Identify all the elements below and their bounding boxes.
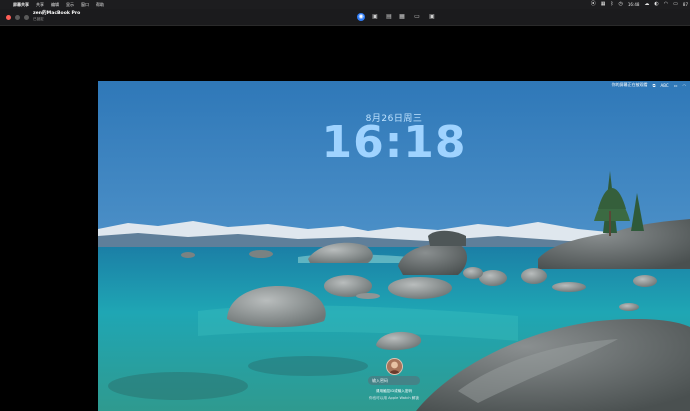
control-mode-icon[interactable]: ◉: [357, 13, 365, 21]
user-avatar[interactable]: [386, 358, 403, 375]
fullscreen-icon[interactable]: ▭: [413, 13, 421, 21]
menu-item-window[interactable]: 窗口: [81, 2, 89, 8]
bluetooth-icon[interactable]: ᛒ: [611, 2, 614, 7]
clipboard-icon[interactable]: ▤: [385, 13, 393, 21]
remote-screen-watched-label: 你的屏幕正在被观看: [611, 82, 648, 87]
extension-icon[interactable]: ◐: [654, 2, 658, 7]
remote-wifi-icon: ◠: [682, 82, 687, 88]
menu-bar-status: ⦿ ▦ ᛒ ◷ 16:48 ☁ ◐ ◠ ▭ 87: [591, 0, 688, 9]
menu-app-name[interactable]: 屏幕共享: [13, 2, 29, 8]
clock-icon[interactable]: ◷: [619, 2, 623, 7]
window-titlebar: zen的MacBook Pro 已锁定 ◉ ▣ ▤ ▦ ▭ ▣: [0, 9, 690, 26]
menu-bar-left: 屏幕共享 共享 编辑 显示 窗口 帮助: [0, 2, 104, 8]
menu-item-share[interactable]: 共享: [36, 2, 44, 8]
screen-share-indicator-icon: ⧉: [652, 82, 656, 88]
remote-battery-icon: ▭: [673, 82, 678, 88]
scale-icon[interactable]: ▦: [398, 13, 406, 21]
mode-toolbar: ◉ ▣ ▤: [357, 13, 393, 21]
menu-item-help[interactable]: 帮助: [96, 2, 104, 8]
wifi-icon[interactable]: ◠: [664, 2, 668, 7]
window-subtitle: 已锁定: [33, 17, 44, 21]
observe-mode-icon[interactable]: ▣: [371, 13, 379, 21]
grid-icon[interactable]: ▦: [601, 2, 606, 7]
menu-bar-clock[interactable]: 16:48: [628, 2, 640, 7]
remote-desktop[interactable]: 你的屏幕正在被观看 ⧉ ABC ▭ ◠ 8月26日周三 16:18 输入密码 请…: [98, 81, 690, 411]
menu-item-edit[interactable]: 编辑: [51, 2, 59, 8]
close-button[interactable]: [6, 15, 11, 20]
traffic-lights: [6, 15, 29, 20]
window-title-block: zen的MacBook Pro 已锁定: [33, 11, 80, 22]
menu-item-view[interactable]: 显示: [66, 2, 74, 8]
apple-watch-hint: 你也可以用 Apple Watch 解锁: [368, 396, 419, 400]
lock-screen-time: 16:18: [321, 117, 467, 168]
display-icon[interactable]: ▣: [428, 13, 436, 21]
battery-icon[interactable]: ▭: [673, 2, 678, 7]
zoom-button[interactable]: [24, 15, 29, 20]
screen-share-status-icon[interactable]: ⦿: [591, 2, 596, 7]
remote-status-bar: 你的屏幕正在被观看 ⧉ ABC ▭ ◠: [612, 82, 686, 88]
unlock-hint: 请用触控ID或输入密码: [375, 389, 413, 393]
window-toolbar-right: ▦ ▭ ▣: [398, 13, 436, 21]
wechat-icon[interactable]: ☁: [644, 2, 649, 7]
battery-percent: 87: [682, 2, 688, 7]
avatar-icon: [387, 359, 402, 374]
minimize-button[interactable]: [15, 15, 20, 20]
menu-bar: 屏幕共享 共享 编辑 显示 窗口 帮助 ⦿ ▦ ᛒ ◷ 16:48 ☁ ◐ ◠ …: [0, 0, 690, 9]
password-field[interactable]: 输入密码: [368, 376, 420, 385]
remote-input-source[interactable]: ABC: [661, 83, 669, 88]
